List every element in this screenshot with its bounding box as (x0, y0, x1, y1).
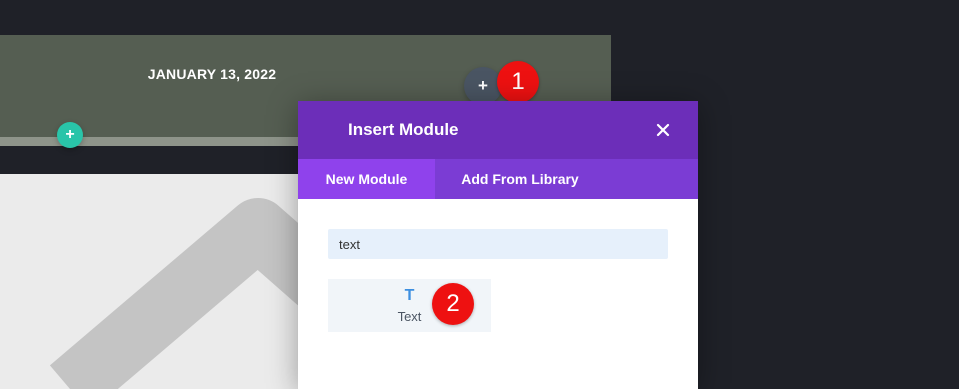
module-search-input[interactable] (328, 229, 668, 259)
close-icon (656, 123, 670, 137)
dialog-title: Insert Module (348, 120, 459, 139)
step-callout-2: 2 (432, 283, 474, 325)
dialog-tabs: New Module Add From Library (298, 159, 698, 199)
add-module-button[interactable]: + (464, 67, 502, 105)
tab-add-from-library[interactable]: Add From Library (435, 159, 605, 199)
tab-new-module[interactable]: New Module (298, 159, 435, 199)
close-button[interactable] (649, 116, 677, 144)
post-date: JANUARY 13, 2022 (147, 66, 277, 82)
add-row-button[interactable]: + (57, 122, 83, 148)
dialog-header: Insert Module (298, 101, 698, 159)
insert-module-dialog: Insert Module New Module Add From Librar… (298, 101, 698, 389)
step-callout-1: 1 (497, 61, 539, 103)
